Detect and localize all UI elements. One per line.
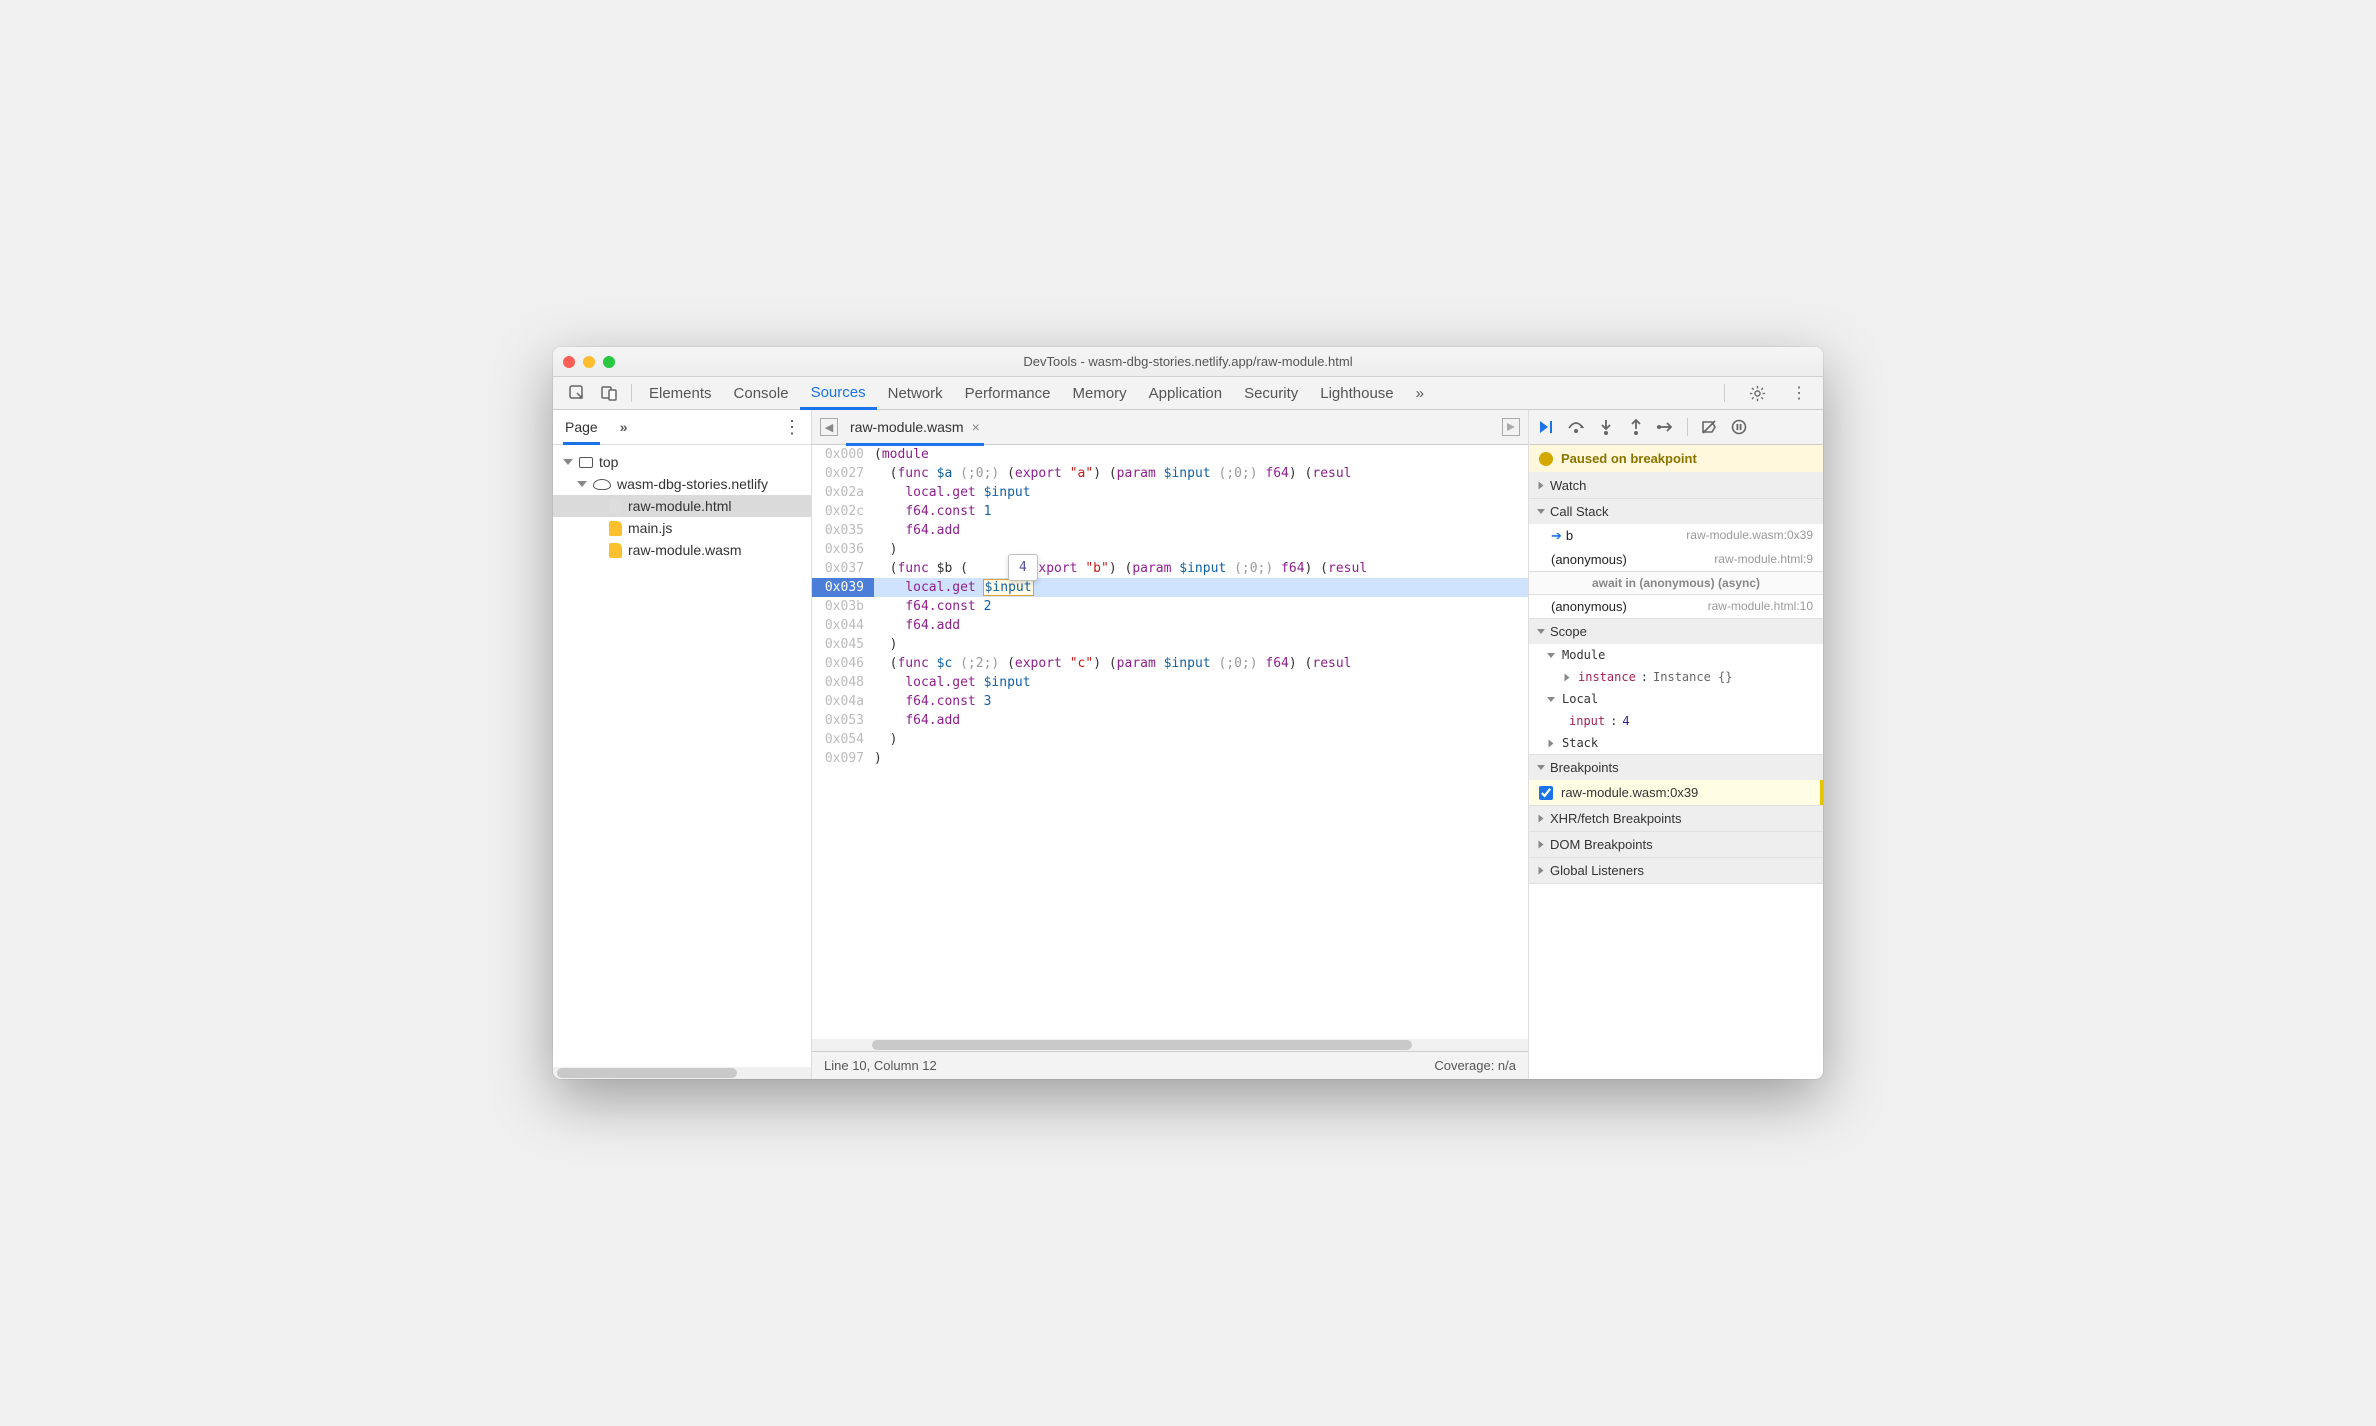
scope-module[interactable]: Module	[1529, 644, 1823, 666]
tree-origin[interactable]: wasm-dbg-stories.netlify	[553, 473, 811, 495]
code-line[interactable]: 0x035 f64.add	[812, 521, 1528, 540]
tab-lighthouse[interactable]: Lighthouse	[1309, 377, 1404, 410]
tab-elements[interactable]: Elements	[638, 377, 723, 410]
code-line[interactable]: 0x044 f64.add	[812, 616, 1528, 635]
file-icon	[609, 543, 622, 558]
section-watch[interactable]: Watch	[1529, 473, 1823, 498]
code-line[interactable]: 0x054 )	[812, 730, 1528, 749]
editor-h-scrollbar[interactable]	[812, 1039, 1528, 1051]
editor-nav-back-icon[interactable]: ◀	[820, 418, 838, 436]
debugger-panel: Paused on breakpoint Watch Call Stack ➔b…	[1528, 410, 1823, 1079]
navigator-tab-page[interactable]: Page	[563, 419, 600, 445]
maximize-window-button[interactable]	[603, 356, 615, 368]
section-xhr[interactable]: XHR/fetch Breakpoints	[1529, 806, 1823, 831]
scope-local[interactable]: Local	[1529, 688, 1823, 710]
minimize-window-button[interactable]	[583, 356, 595, 368]
code-line[interactable]: 0x037 (func $b ( ) (export "b") (param $…	[812, 559, 1528, 578]
breakpoint-item[interactable]: raw-module.wasm:0x39	[1529, 780, 1823, 805]
settings-icon[interactable]	[1747, 383, 1767, 403]
tab-memory[interactable]: Memory	[1062, 377, 1138, 410]
editor-tab[interactable]: raw-module.wasm ×	[846, 419, 984, 446]
frame-icon	[579, 457, 593, 468]
step-icon[interactable]	[1657, 418, 1675, 436]
callstack-frame[interactable]: (anonymous)raw-module.html:9	[1529, 548, 1823, 571]
tab-sources[interactable]: Sources	[800, 377, 877, 410]
callstack-async-divider: await in (anonymous) (async)	[1529, 571, 1823, 595]
editor-status-bar: Line 10, Column 12 Coverage: n/a	[812, 1051, 1528, 1079]
code-line[interactable]: 0x097)	[812, 749, 1528, 768]
window-title: DevTools - wasm-dbg-stories.netlify.app/…	[563, 354, 1813, 369]
code-editor[interactable]: 4 0x000(module0x027 (func $a (;0;) (expo…	[812, 445, 1528, 1039]
kebab-menu-icon[interactable]: ⋮	[1789, 383, 1809, 403]
coverage-status: Coverage: n/a	[1434, 1058, 1516, 1073]
tree-file-html[interactable]: raw-module.html	[553, 495, 811, 517]
resume-icon[interactable]	[1537, 418, 1555, 436]
editor-run-snippet-icon[interactable]	[1502, 418, 1520, 436]
step-out-icon[interactable]	[1627, 418, 1645, 436]
code-line[interactable]: 0x045 )	[812, 635, 1528, 654]
code-line[interactable]: 0x02a local.get $input	[812, 483, 1528, 502]
tab-network[interactable]: Network	[877, 377, 954, 410]
code-line[interactable]: 0x046 (func $c (;2;) (export "c") (param…	[812, 654, 1528, 673]
tab-application[interactable]: Application	[1138, 377, 1233, 410]
navigator-menu-icon[interactable]: ⋮	[783, 417, 801, 438]
scope-item[interactable]: instance: Instance {}	[1529, 666, 1823, 688]
code-line[interactable]: 0x03b f64.const 2	[812, 597, 1528, 616]
code-line[interactable]: 0x048 local.get $input	[812, 673, 1528, 692]
devtools-window: DevTools - wasm-dbg-stories.netlify.app/…	[553, 347, 1823, 1079]
step-into-icon[interactable]	[1597, 418, 1615, 436]
tab-performance[interactable]: Performance	[954, 377, 1062, 410]
inspect-icon[interactable]	[567, 383, 587, 403]
step-over-icon[interactable]	[1567, 418, 1585, 436]
main-toolbar: ElementsConsoleSourcesNetworkPerformance…	[553, 377, 1823, 410]
section-breakpoints[interactable]: Breakpoints	[1529, 755, 1823, 780]
editor-tab-label: raw-module.wasm	[850, 419, 964, 435]
tab-security[interactable]: Security	[1233, 377, 1309, 410]
section-dom[interactable]: DOM Breakpoints	[1529, 832, 1823, 857]
tree-file-js[interactable]: main.js	[553, 517, 811, 539]
breakpoint-checkbox[interactable]	[1539, 786, 1553, 800]
code-line[interactable]: 0x02c f64.const 1	[812, 502, 1528, 521]
traffic-lights	[563, 356, 615, 368]
scope-stack[interactable]: Stack	[1529, 732, 1823, 754]
section-callstack[interactable]: Call Stack	[1529, 499, 1823, 524]
code-line[interactable]: 0x036 )	[812, 540, 1528, 559]
callstack-frame[interactable]: (anonymous)raw-module.html:10	[1529, 595, 1823, 618]
callstack-frame[interactable]: ➔braw-module.wasm:0x39	[1529, 524, 1823, 548]
code-line[interactable]: 0x053 f64.add	[812, 711, 1528, 730]
tree-file-wasm[interactable]: raw-module.wasm	[553, 539, 811, 561]
device-toolbar-icon[interactable]	[599, 383, 619, 403]
pause-banner: Paused on breakpoint	[1529, 445, 1823, 473]
close-icon[interactable]: ×	[972, 419, 980, 435]
pause-exceptions-icon[interactable]	[1730, 418, 1748, 436]
debugger-toolbar	[1529, 410, 1823, 445]
navigator-tabs-overflow[interactable]: »	[620, 419, 628, 435]
editor-panel: ◀ raw-module.wasm × 4 0x000(module0x027 …	[812, 410, 1528, 1079]
section-scope[interactable]: Scope	[1529, 619, 1823, 644]
section-global[interactable]: Global Listeners	[1529, 858, 1823, 883]
code-line[interactable]: 0x000(module	[812, 445, 1528, 464]
titlebar: DevTools - wasm-dbg-stories.netlify.app/…	[553, 347, 1823, 377]
tabs-overflow[interactable]: »	[1405, 377, 1435, 410]
cloud-icon	[593, 479, 611, 490]
nav-scrollbar[interactable]	[553, 1067, 811, 1079]
cursor-position: Line 10, Column 12	[824, 1058, 937, 1073]
tree-frame-top[interactable]: top	[553, 451, 811, 473]
scope-item: input: 4	[1529, 710, 1823, 732]
tab-console[interactable]: Console	[723, 377, 800, 410]
navigator-panel: Page » ⋮ top wasm-dbg-stories.netlify ra…	[553, 410, 812, 1079]
code-line[interactable]: 0x027 (func $a (;0;) (export "a") (param…	[812, 464, 1528, 483]
deactivate-breakpoints-icon[interactable]	[1700, 418, 1718, 436]
value-tooltip: 4	[1008, 554, 1038, 581]
close-window-button[interactable]	[563, 356, 575, 368]
file-tree: top wasm-dbg-stories.netlify raw-module.…	[553, 445, 811, 1067]
file-icon	[609, 521, 622, 536]
code-line[interactable]: 0x04a f64.const 3	[812, 692, 1528, 711]
code-line[interactable]: 0x039 local.get $input	[812, 578, 1528, 597]
file-icon	[609, 499, 622, 514]
